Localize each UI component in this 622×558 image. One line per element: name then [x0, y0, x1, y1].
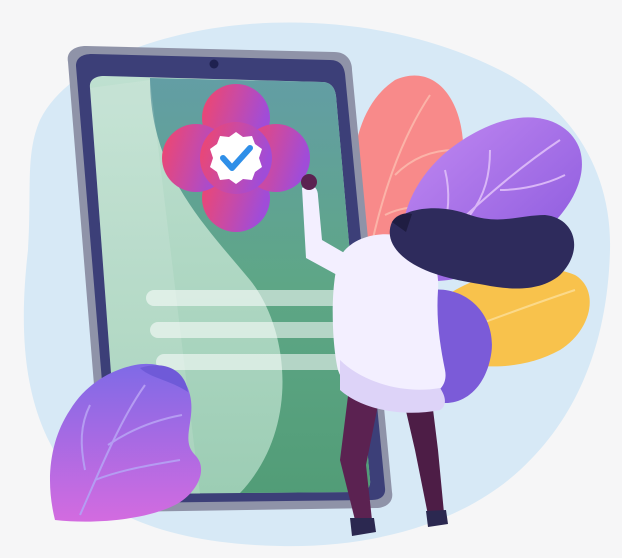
screen-line-3: [156, 354, 346, 370]
screen-line-1: [146, 290, 346, 306]
tablet-camera: [209, 59, 219, 69]
illustration-stage: [0, 0, 622, 558]
verified-tablet-illustration: [23, 22, 611, 547]
screen-line-2: [150, 322, 350, 338]
